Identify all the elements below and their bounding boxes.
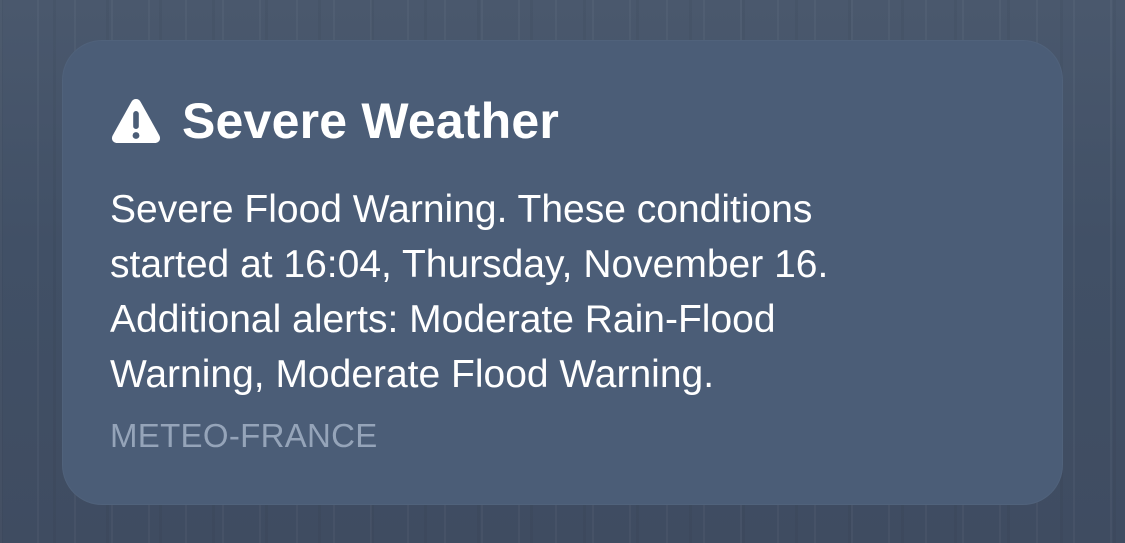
severe-weather-notification[interactable]: Severe Weather Severe Flood Warning. The… — [62, 40, 1063, 505]
notification-body-line: started at 16:04, Thursday, November 16. — [110, 243, 829, 286]
notification-header: Severe Weather — [110, 88, 559, 154]
notification-source: METEO-FRANCE — [110, 417, 378, 454]
notification-body-line: Additional alerts: Moderate Rain-Flood — [110, 298, 776, 341]
notification-title: Severe Weather — [182, 93, 560, 149]
notification-body: Severe Flood Warning. These conditions s… — [110, 182, 970, 402]
notification-body-line: Severe Flood Warning. These conditions — [110, 188, 813, 231]
notification-body-line: Warning, Moderate Flood Warning. — [110, 353, 715, 396]
warning-triangle-icon — [111, 99, 161, 143]
